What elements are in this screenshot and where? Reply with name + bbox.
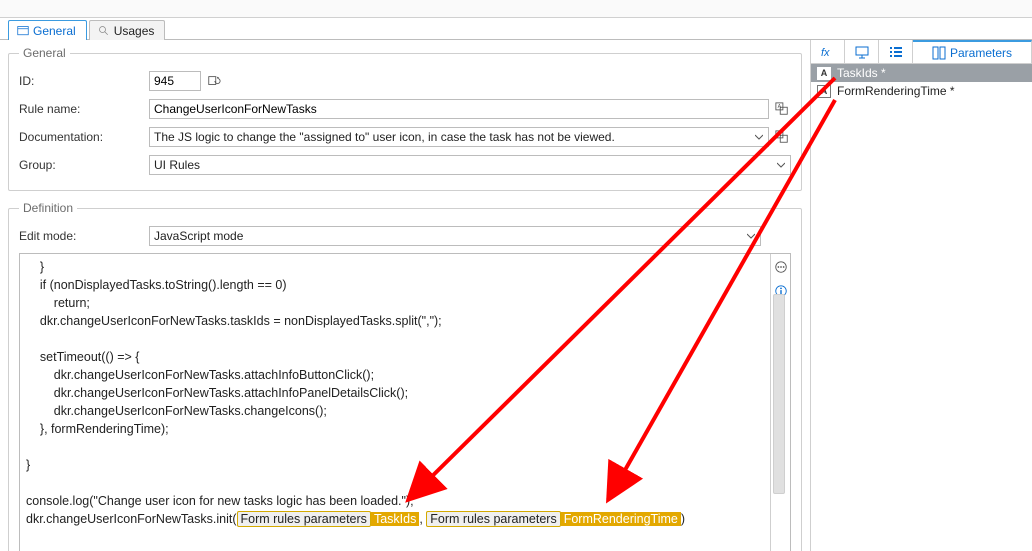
- main-tab-strip: General Usages: [0, 18, 1032, 40]
- label-rule-name: Rule name:: [19, 102, 149, 116]
- id-field[interactable]: [149, 71, 201, 91]
- type-string-icon: A: [817, 85, 831, 98]
- group-general: General ID: Rule name: A: [8, 46, 802, 191]
- group-definition: Definition Edit mode: JavaScript mode } …: [8, 201, 802, 551]
- translate-documentation-button[interactable]: A: [773, 128, 791, 146]
- parameters-list: A TaskIds * A FormRenderingTime *: [811, 64, 1032, 100]
- top-toolbar: [0, 0, 1032, 18]
- label-group: Group:: [19, 158, 149, 172]
- right-tab-parameters[interactable]: Parameters: [913, 40, 1032, 63]
- chevron-down-icon: [747, 232, 755, 240]
- edit-mode-value: JavaScript mode: [154, 229, 243, 243]
- translate-rule-name-button[interactable]: A: [773, 100, 791, 118]
- edit-mode-field[interactable]: JavaScript mode: [149, 226, 761, 246]
- documentation-field[interactable]: The JS logic to change the "assigned to"…: [149, 127, 769, 147]
- group-definition-legend: Definition: [19, 201, 77, 215]
- right-tab-list[interactable]: [879, 40, 913, 63]
- right-tab-fx[interactable]: fx: [811, 40, 845, 63]
- group-value: UI Rules: [154, 158, 200, 172]
- tab-usages-label: Usages: [114, 24, 155, 38]
- group-general-legend: General: [19, 46, 70, 60]
- parameters-icon: [932, 46, 946, 60]
- editor-side-gutter: [770, 254, 790, 551]
- right-tab-presentation[interactable]: [845, 40, 879, 63]
- right-panel: fx Parameters A TaskIds * A FormRenderin…: [810, 40, 1032, 551]
- code-editor[interactable]: } if (nonDisplayedTasks.toString().lengt…: [19, 253, 791, 551]
- function-icon: fx: [820, 45, 836, 59]
- refresh-icon: [207, 74, 221, 88]
- svg-text:fx: fx: [821, 47, 830, 59]
- svg-text:A: A: [778, 132, 782, 138]
- param-pill-formrenderingtime-label[interactable]: Form rules parameters: [426, 511, 560, 527]
- refresh-id-button[interactable]: [205, 72, 223, 90]
- param-pill-formrenderingtime[interactable]: FormRenderingTime: [561, 512, 681, 526]
- chevron-down-icon: [755, 133, 763, 141]
- svg-text:A: A: [778, 104, 782, 110]
- label-documentation: Documentation:: [19, 130, 149, 144]
- parameter-item-label: FormRenderingTime *: [837, 84, 955, 98]
- editor-more-button[interactable]: [772, 258, 790, 276]
- group-field[interactable]: UI Rules: [149, 155, 791, 175]
- group-dropdown-button[interactable]: [774, 158, 788, 172]
- parameter-item-formrenderingtime[interactable]: A FormRenderingTime *: [811, 82, 1032, 100]
- chevron-down-icon: [777, 161, 785, 169]
- edit-mode-dropdown-button[interactable]: [744, 229, 758, 243]
- list-icon: [889, 45, 903, 59]
- tab-usages[interactable]: Usages: [89, 20, 166, 40]
- param-pill-taskids[interactable]: TaskIds: [371, 512, 419, 526]
- label-edit-mode: Edit mode:: [19, 229, 149, 243]
- parameter-item-taskids[interactable]: A TaskIds *: [811, 64, 1032, 82]
- translate-icon: A: [775, 102, 789, 116]
- parameter-item-label: TaskIds *: [837, 66, 886, 80]
- rule-name-field[interactable]: [149, 99, 769, 119]
- editor-scrollbar-thumb[interactable]: [773, 294, 785, 494]
- presentation-icon: [855, 45, 869, 59]
- tab-general-label: General: [33, 24, 76, 38]
- left-panel: General ID: Rule name: A: [0, 40, 810, 551]
- window-icon: [17, 25, 29, 37]
- documentation-value: The JS logic to change the "assigned to"…: [154, 130, 615, 144]
- right-tab-parameters-label: Parameters: [950, 46, 1012, 60]
- tab-general[interactable]: General: [8, 20, 87, 40]
- documentation-dropdown-button[interactable]: [752, 130, 766, 144]
- type-string-icon: A: [817, 67, 831, 80]
- label-id: ID:: [19, 74, 149, 88]
- code-content: } if (nonDisplayedTasks.toString().lengt…: [20, 254, 768, 532]
- search-icon: [98, 25, 110, 37]
- right-tab-strip: fx Parameters: [811, 40, 1032, 64]
- more-horizontal-icon: [774, 260, 788, 274]
- param-pill-taskids-label[interactable]: Form rules parameters: [237, 511, 371, 527]
- translate-icon: A: [775, 130, 789, 144]
